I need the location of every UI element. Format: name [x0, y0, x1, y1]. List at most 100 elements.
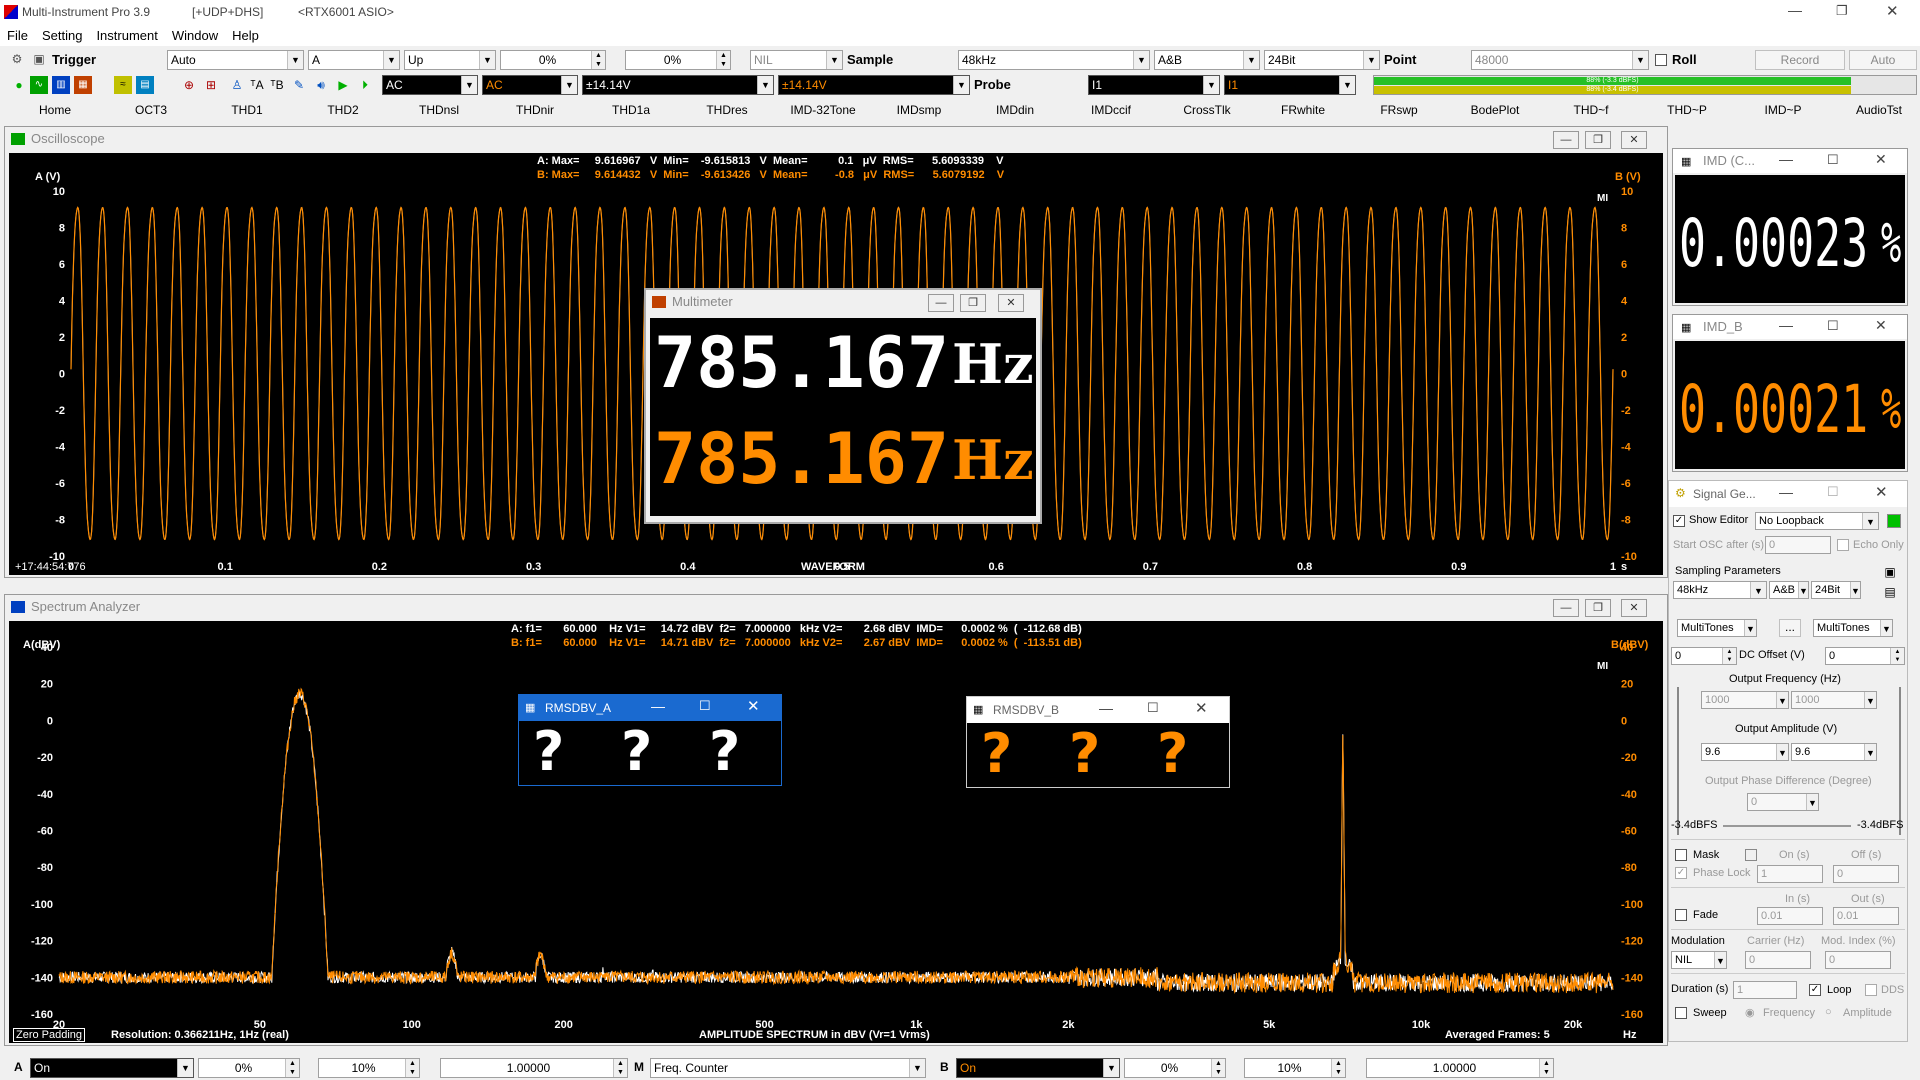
tools-icon[interactable]: ✎ — [290, 76, 308, 94]
tab-imdccif[interactable]: IMDccif — [1066, 103, 1156, 117]
multimeter-icon[interactable]: ▦ — [74, 76, 92, 94]
wave-editor-button[interactable]: ... — [1779, 619, 1801, 637]
menu-setting[interactable]: Setting — [35, 26, 89, 45]
bits-select[interactable]: 24Bit ▼ — [1264, 50, 1380, 70]
trigger-edge-select[interactable]: Up ▼ — [404, 50, 496, 70]
mask-checkbox[interactable] — [1675, 849, 1687, 861]
range-b-select[interactable]: ±14.14V ▼ — [778, 75, 970, 95]
run-indicator-icon[interactable]: ● — [10, 76, 28, 94]
minimize-icon[interactable]: — — [1788, 2, 1802, 18]
play-icon[interactable]: ▶ — [334, 76, 352, 94]
sweep-amplitude-radio[interactable]: ○ — [1825, 1006, 1832, 1018]
channel-b-on-select[interactable]: On ▼ — [956, 1058, 1120, 1078]
fade-checkbox[interactable] — [1675, 909, 1687, 921]
siggen-rate-select[interactable]: 48kHz ▼ — [1673, 581, 1767, 599]
oscilloscope-icon[interactable]: ∿ — [30, 76, 48, 94]
tab-imd-32tone[interactable]: IMD-32Tone — [778, 103, 868, 117]
tab-thdnir[interactable]: THDnir — [490, 103, 580, 117]
trigger-position-stepper[interactable]: 0% ▲ ▼ — [625, 50, 731, 70]
channel-a-scale-stepper[interactable]: 10% ▲ ▼ — [318, 1058, 420, 1078]
freq-b-select[interactable]: 1000 ▼ — [1791, 691, 1877, 709]
imd-b-minimize-icon[interactable]: — — [1779, 317, 1793, 333]
mask-color-swatch[interactable] — [1745, 849, 1757, 861]
duration-input[interactable]: 1 — [1733, 981, 1797, 999]
tab-thd2[interactable]: THD2 — [298, 103, 388, 117]
wave-b-select[interactable]: MultiTones ▼ — [1813, 619, 1893, 637]
amp-a-select[interactable]: 9.6 ▼ — [1701, 743, 1789, 761]
mask-off-input[interactable]: 0 — [1833, 865, 1899, 883]
rmsdbv-a-minimize-icon[interactable]: — — [651, 698, 665, 714]
menu-help[interactable]: Help — [225, 26, 266, 45]
record-button[interactable]: Record — [1755, 50, 1845, 70]
spectrum-plot-area[interactable]: A: f1= 60.000 Hz V1= 14.72 dBV f2= 7.000… — [9, 621, 1663, 1043]
roll-checkbox[interactable] — [1655, 54, 1667, 66]
siggen-maximize-icon[interactable]: ☐ — [1827, 484, 1839, 500]
channel-a-on-select[interactable]: On ▼ — [30, 1058, 194, 1078]
fade-in-input[interactable]: 0.01 — [1757, 907, 1823, 925]
imd-a-maximize-icon[interactable]: ☐ — [1827, 152, 1839, 168]
siggen-save-icon[interactable]: ▣ — [1881, 563, 1899, 581]
dc-offset-b-input[interactable]: 0 ▲ ▼ — [1825, 647, 1905, 665]
channel-b-scale-stepper[interactable]: 10% ▲ ▼ — [1244, 1058, 1346, 1078]
phase-lock-checkbox[interactable]: ✓ — [1675, 867, 1687, 879]
start-osc-input[interactable]: 0 — [1765, 536, 1831, 554]
siggen-close-icon[interactable]: ✕ — [1875, 483, 1888, 501]
fade-out-input[interactable]: 0.01 — [1833, 907, 1899, 925]
modulation-select[interactable]: NIL ▼ — [1671, 951, 1727, 969]
zero-padding-button[interactable]: Zero Padding — [13, 1028, 86, 1042]
mm-restore-button[interactable]: ❐ — [960, 294, 986, 312]
amp-b-select[interactable]: 9.6 ▼ — [1791, 743, 1877, 761]
channel-b-offset-stepper[interactable]: 0% ▲ ▼ — [1124, 1058, 1226, 1078]
dc-offset-a-input[interactable]: 0 ▲ ▼ — [1671, 647, 1737, 665]
siggen-bits-select[interactable]: 24Bit ▼ — [1811, 581, 1861, 599]
channel-b-gain-stepper[interactable]: 1.00000 ▲ ▼ — [1366, 1058, 1554, 1078]
tab-thd1[interactable]: THD1 — [202, 103, 292, 117]
dds-icon[interactable]: ▤ — [136, 76, 154, 94]
trigger-level-stepper[interactable]: 0% ▲ ▼ — [500, 50, 606, 70]
coupling-a-select[interactable]: AC ▼ — [382, 75, 478, 95]
echo-only-checkbox[interactable] — [1837, 539, 1849, 551]
range-a-select[interactable]: ±14.14V ▼ — [582, 75, 774, 95]
siggen-export-icon[interactable]: ▤ — [1881, 583, 1899, 601]
menu-file[interactable]: File — [0, 26, 35, 45]
spec-close-button[interactable]: ✕ — [1621, 599, 1647, 617]
rmsdbv-a-maximize-icon[interactable]: ☐ — [699, 698, 711, 714]
spec-minimize-button[interactable]: — — [1553, 599, 1579, 617]
points-select[interactable]: 48000 ▼ — [1471, 50, 1649, 70]
rmsdbv-b-maximize-icon[interactable]: ☐ — [1147, 700, 1159, 716]
freq-a-select[interactable]: 1000 ▼ — [1701, 691, 1789, 709]
tab-thd-p[interactable]: THD~P — [1642, 103, 1732, 117]
tab-bodeplot[interactable]: BodePlot — [1450, 103, 1540, 117]
tab-frwhite[interactable]: FRwhite — [1258, 103, 1348, 117]
spectrum-icon[interactable]: ▥ — [52, 76, 70, 94]
channel-a-offset-stepper[interactable]: 0% ▲ ▼ — [198, 1058, 300, 1078]
loopback-select[interactable]: No Loopback ▼ — [1755, 512, 1879, 530]
person-icon[interactable]: ♙ — [228, 76, 246, 94]
show-editor-checkbox[interactable]: ✓ — [1673, 515, 1685, 527]
tab-oct3[interactable]: OCT3 — [106, 103, 196, 117]
balance-slider[interactable] — [1723, 825, 1851, 827]
mask-on-input[interactable]: 1 — [1757, 865, 1823, 883]
auto-button[interactable]: Auto — [1849, 50, 1917, 70]
tab-thd-f[interactable]: THD~f — [1546, 103, 1636, 117]
carrier-input[interactable]: 0 — [1745, 951, 1811, 969]
mm-minimize-button[interactable]: — — [928, 294, 954, 312]
restore-icon[interactable]: ❐ — [1836, 3, 1848, 19]
play-step-icon[interactable]: ⏵ — [356, 76, 374, 94]
mod-index-input[interactable]: 0 — [1825, 951, 1891, 969]
amp-b-slider[interactable] — [1893, 687, 1901, 835]
tab-thd1a[interactable]: THD1a — [586, 103, 676, 117]
tab-audiotst[interactable]: AudioTst — [1834, 103, 1920, 117]
tab-imdsmp[interactable]: IMDsmp — [874, 103, 964, 117]
osc-restore-button[interactable]: ❐ — [1585, 131, 1611, 149]
tab-imddin[interactable]: IMDdin — [970, 103, 1060, 117]
rmsdbv-a-close-icon[interactable]: ✕ — [747, 697, 760, 715]
osc-close-button[interactable]: ✕ — [1621, 131, 1647, 149]
probe-a-select[interactable]: I1 ▼ — [1088, 75, 1220, 95]
tab-crosstlk[interactable]: CrossTlk — [1162, 103, 1252, 117]
siggen-channels-select[interactable]: A&B ▼ — [1769, 581, 1809, 599]
siggen-minimize-icon[interactable]: — — [1779, 484, 1793, 500]
save-icon[interactable]: ▣ — [30, 50, 48, 68]
wave-a-select[interactable]: MultiTones ▼ — [1677, 619, 1757, 637]
imd-b-maximize-icon[interactable]: ☐ — [1827, 318, 1839, 334]
